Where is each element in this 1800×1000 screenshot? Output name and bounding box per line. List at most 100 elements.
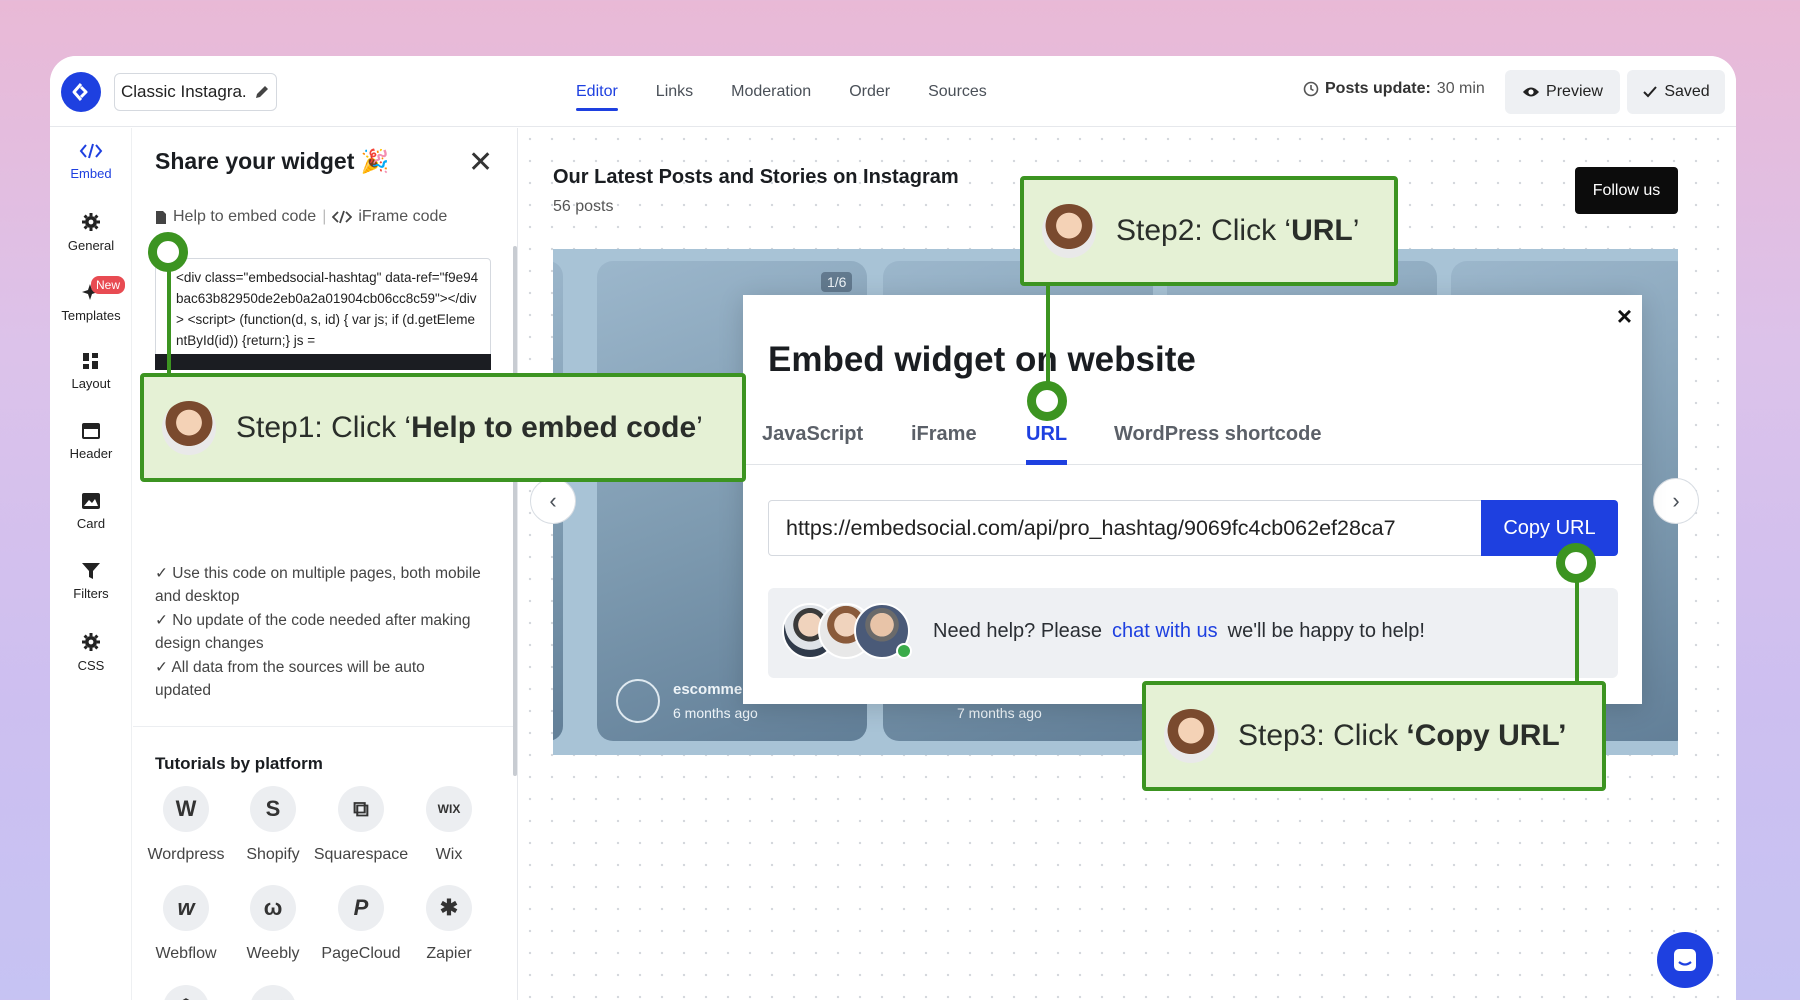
widget-name-text: Classic Instagra... bbox=[121, 82, 246, 101]
step3-marker bbox=[1556, 543, 1596, 583]
clock-icon bbox=[1303, 81, 1319, 97]
panel-scrollbar[interactable] bbox=[513, 246, 517, 776]
eye-icon bbox=[1523, 87, 1540, 97]
document-icon bbox=[156, 210, 166, 224]
post-time: 6 months ago bbox=[673, 705, 758, 721]
chevron-left-icon: ‹ bbox=[549, 488, 557, 513]
carousel-next-button[interactable]: › bbox=[1653, 478, 1699, 524]
platform-webflow[interactable]: w Webflow bbox=[141, 885, 231, 963]
widget-url-field[interactable]: https://embedsocial.com/api/pro_hashtag/… bbox=[768, 500, 1483, 556]
tab-sources[interactable]: Sources bbox=[909, 56, 1006, 127]
online-status-dot bbox=[896, 643, 912, 659]
webflow-icon: w bbox=[163, 885, 209, 931]
nav-css-label: CSS bbox=[77, 658, 105, 673]
avatar bbox=[1164, 709, 1218, 763]
embed-links: Help to embed code | iFrame code bbox=[155, 208, 447, 226]
nav-embed-label: Embed bbox=[70, 166, 112, 181]
benefits-list: ✓ Use this code on multiple pages, both … bbox=[155, 562, 485, 703]
nav-header-label: Header bbox=[69, 446, 113, 461]
nav-card[interactable]: Card bbox=[50, 492, 132, 531]
carousel-prev-button[interactable]: ‹ bbox=[530, 478, 576, 524]
chevron-right-icon: › bbox=[1672, 488, 1680, 513]
saved-label: Saved bbox=[1664, 83, 1710, 100]
step2-callout: Step2: Click ‘URL’ bbox=[1020, 176, 1398, 286]
chat-with-us-link[interactable]: chat with us bbox=[1112, 620, 1218, 643]
nav-header[interactable]: Header bbox=[50, 422, 132, 461]
nav-filters[interactable]: Filters bbox=[50, 562, 132, 601]
step2-text: Step2: Click ‘URL’ bbox=[1116, 214, 1360, 247]
posts-update-value: 30 min bbox=[1436, 80, 1485, 97]
widget-name-field[interactable]: Classic Instagra... bbox=[114, 73, 277, 111]
gear-icon bbox=[82, 633, 100, 651]
nav-general[interactable]: General bbox=[50, 212, 132, 253]
layout-grid-icon bbox=[83, 353, 98, 369]
weebly-icon: ω bbox=[250, 885, 296, 931]
zapier-icon: ✱ bbox=[426, 885, 472, 931]
nav-templates[interactable]: New Templates bbox=[50, 276, 132, 323]
iframe-code-link[interactable]: iFrame code bbox=[358, 208, 447, 226]
tab-links[interactable]: Links bbox=[637, 56, 712, 127]
tab-editor[interactable]: Editor bbox=[557, 56, 637, 127]
link-separator: | bbox=[322, 208, 327, 225]
nav-card-label: Card bbox=[76, 516, 106, 531]
help-pre-text: Need help? Please bbox=[933, 620, 1103, 642]
avatar bbox=[1042, 204, 1096, 258]
step2-marker bbox=[1027, 381, 1067, 421]
code-box-bar bbox=[155, 354, 491, 370]
check-icon bbox=[1643, 86, 1658, 98]
help-banner: Need help? Please chat with us we'll be … bbox=[768, 588, 1618, 678]
panel-title: Share your widget 🎉 bbox=[155, 148, 390, 174]
platform-bigcommerce[interactable]: ◢ bbox=[228, 985, 318, 1000]
code-icon bbox=[332, 210, 353, 224]
modal-close-icon[interactable]: × bbox=[1617, 301, 1632, 332]
nav-templates-label: Templates bbox=[61, 308, 121, 323]
platform-wordpress[interactable]: W Wordpress bbox=[141, 786, 231, 864]
gear-icon bbox=[82, 213, 100, 231]
close-icon[interactable]: ✕ bbox=[468, 148, 493, 178]
platform-squarespace[interactable]: ⧉ Squarespace bbox=[314, 786, 408, 864]
app-logo[interactable] bbox=[61, 72, 101, 112]
benefit-item: ✓ No update of the code needed after mak… bbox=[155, 612, 471, 652]
tab-moderation[interactable]: Moderation bbox=[712, 56, 830, 127]
avatar bbox=[616, 679, 660, 723]
tutorials-title: Tutorials by platform bbox=[155, 754, 323, 773]
modal-tab-wordpress[interactable]: WordPress shortcode bbox=[1114, 423, 1321, 446]
code-icon bbox=[79, 143, 103, 159]
platform-shopify[interactable]: S Shopify bbox=[228, 786, 318, 864]
avatar bbox=[162, 400, 216, 455]
top-bar: Classic Instagra... Editor Links Moderat… bbox=[50, 56, 1736, 127]
platform-weebly[interactable]: ω Weebly bbox=[228, 885, 318, 963]
preview-label: Preview bbox=[1546, 83, 1603, 100]
post-time: 7 months ago bbox=[957, 705, 1042, 721]
step1-callout: Step1: Click ‘Help to embed code’ bbox=[140, 373, 746, 482]
platform-wix[interactable]: WIX Wix bbox=[404, 786, 494, 864]
post-username: escomme bbox=[673, 681, 743, 698]
nav-css[interactable]: CSS bbox=[50, 632, 132, 673]
preview-button[interactable]: Preview bbox=[1505, 70, 1620, 114]
help-embed-link[interactable]: Help to embed code bbox=[173, 208, 316, 226]
step1-connector bbox=[167, 254, 171, 374]
modal-tab-url[interactable]: URL bbox=[1026, 423, 1068, 465]
magento-icon: ⬡ bbox=[163, 985, 209, 1000]
nav-filters-label: Filters bbox=[73, 586, 109, 601]
saved-button[interactable]: Saved bbox=[1627, 70, 1725, 114]
filter-icon bbox=[82, 563, 100, 579]
modal-tab-iframe[interactable]: iFrame bbox=[911, 423, 977, 446]
posts-update-label: Posts update: bbox=[1325, 80, 1431, 97]
tab-order[interactable]: Order bbox=[830, 56, 909, 127]
platform-zapier[interactable]: ✱ Zapier bbox=[404, 885, 494, 963]
share-panel: Share your widget 🎉 ✕ Help to embed code… bbox=[133, 128, 518, 1000]
feed-title: Our Latest Posts and Stories on Instagra… bbox=[553, 166, 959, 188]
bigcommerce-icon: ◢ bbox=[250, 985, 296, 1000]
modal-tab-javascript[interactable]: JavaScript bbox=[762, 423, 863, 446]
nav-embed[interactable]: Embed bbox=[50, 142, 132, 181]
pencil-icon[interactable] bbox=[254, 84, 270, 100]
nav-layout[interactable]: Layout bbox=[50, 352, 132, 391]
chat-launcher-button[interactable] bbox=[1657, 932, 1713, 988]
step1-marker bbox=[148, 232, 188, 272]
follow-us-button[interactable]: Follow us bbox=[1575, 167, 1678, 214]
platform-magento[interactable]: ⬡ bbox=[141, 985, 231, 1000]
copy-url-button[interactable]: Copy URL bbox=[1481, 500, 1618, 556]
platform-pagecloud[interactable]: P PageCloud bbox=[316, 885, 406, 963]
benefit-item: ✓ Use this code on multiple pages, both … bbox=[155, 565, 481, 605]
